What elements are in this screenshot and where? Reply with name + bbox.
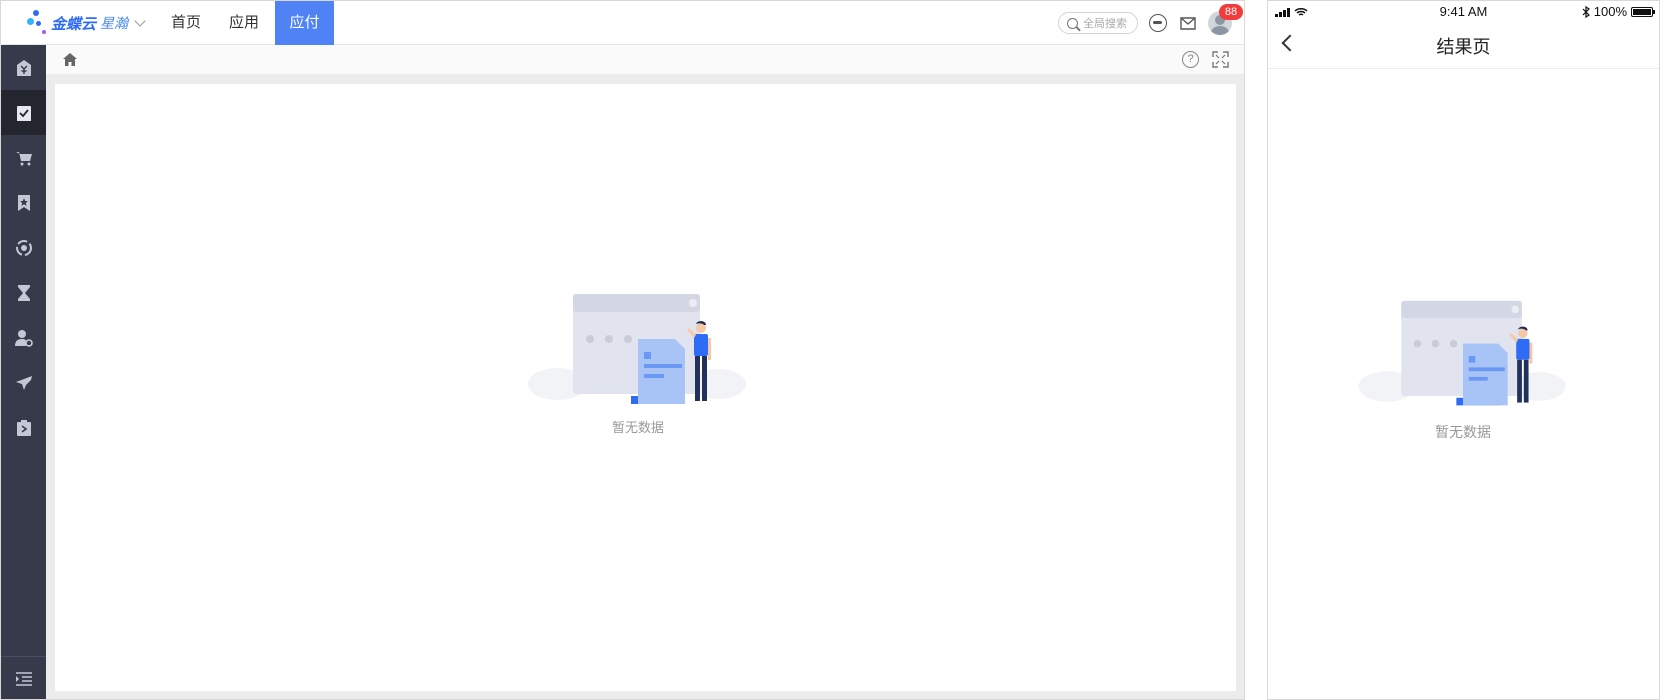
message-icon[interactable] <box>1149 14 1167 32</box>
empty-illustration-icon <box>528 294 746 404</box>
expense-icon <box>16 419 31 436</box>
empty-state: 暂无数据 <box>1358 299 1568 442</box>
sidebar <box>1 45 46 699</box>
sidebar-item-travel[interactable] <box>1 360 46 405</box>
mobile-screen: 9:41 AM 100% 结果页 暂无数据 <box>1267 0 1660 700</box>
top-bar: 金蝶云 星瀚 首页 应用 应付 全局搜索 88 <box>1 1 1244 45</box>
cart-icon <box>15 151 32 165</box>
page-title: 结果页 <box>1436 37 1491 57</box>
content-area: 暂无数据 <box>46 75 1244 699</box>
cycle-icon <box>15 239 32 256</box>
status-right: 100% <box>1582 4 1655 19</box>
notification-badge: 88 <box>1219 4 1243 20</box>
nav-item-payable[interactable]: 应付 <box>275 1 335 45</box>
sidebar-item-approval[interactable] <box>1 90 46 135</box>
breadcrumb: ? <box>46 45 1244 75</box>
sidebar-collapse-button[interactable] <box>1 656 46 699</box>
sidebar-item-user-settings[interactable] <box>1 315 46 360</box>
bookmark-star-icon <box>17 194 30 211</box>
logo-brand-text: 金蝶云 <box>51 15 97 33</box>
content-panel: 暂无数据 <box>55 84 1236 691</box>
empty-state: 暂无数据 <box>528 292 748 436</box>
user-settings-icon <box>14 329 33 347</box>
empty-state-text: 暂无数据 <box>611 420 664 435</box>
sidebar-item-cycle[interactable] <box>1 225 46 270</box>
battery-icon <box>1631 6 1655 17</box>
chevron-down-icon[interactable] <box>134 15 146 27</box>
sidebar-item-finance[interactable] <box>1 45 46 90</box>
approval-icon <box>16 105 31 121</box>
finance-icon <box>16 59 31 76</box>
brand-logo[interactable]: 金蝶云 星瀚 <box>27 7 146 39</box>
help-icon[interactable]: ? <box>1182 51 1199 68</box>
nav-item-home[interactable]: 首页 <box>157 1 215 45</box>
search-placeholder: 全局搜索 <box>1083 18 1127 30</box>
top-nav: 首页 应用 应付 <box>157 1 335 45</box>
mail-icon[interactable] <box>1179 14 1197 32</box>
home-icon[interactable] <box>63 53 77 66</box>
battery-percent: 100% <box>1593 4 1627 19</box>
logo-mark-icon <box>27 10 49 36</box>
status-bar: 9:41 AM 100% <box>1268 1 1659 23</box>
search-icon <box>1067 17 1078 29</box>
bluetooth-icon <box>1582 5 1590 18</box>
sidebar-item-purchase[interactable] <box>1 135 46 180</box>
collapse-menu-icon <box>15 672 32 686</box>
fullscreen-icon[interactable] <box>1212 51 1229 68</box>
global-search-input[interactable]: 全局搜索 <box>1058 12 1138 34</box>
empty-state-text: 暂无数据 <box>1435 424 1491 440</box>
logo-product-text: 星瀚 <box>100 15 129 31</box>
sidebar-item-timer[interactable] <box>1 270 46 315</box>
sidebar-item-expense[interactable] <box>1 405 46 450</box>
desktop-window: 金蝶云 星瀚 首页 应用 应付 全局搜索 88 ? 暂无数据 <box>0 0 1245 700</box>
sidebar-item-favorites[interactable] <box>1 180 46 225</box>
airplane-icon <box>15 375 32 390</box>
hourglass-icon <box>17 284 30 301</box>
empty-illustration-icon <box>1358 300 1566 406</box>
nav-item-apps[interactable]: 应用 <box>215 1 273 45</box>
mobile-nav-bar: 结果页 <box>1268 23 1659 69</box>
